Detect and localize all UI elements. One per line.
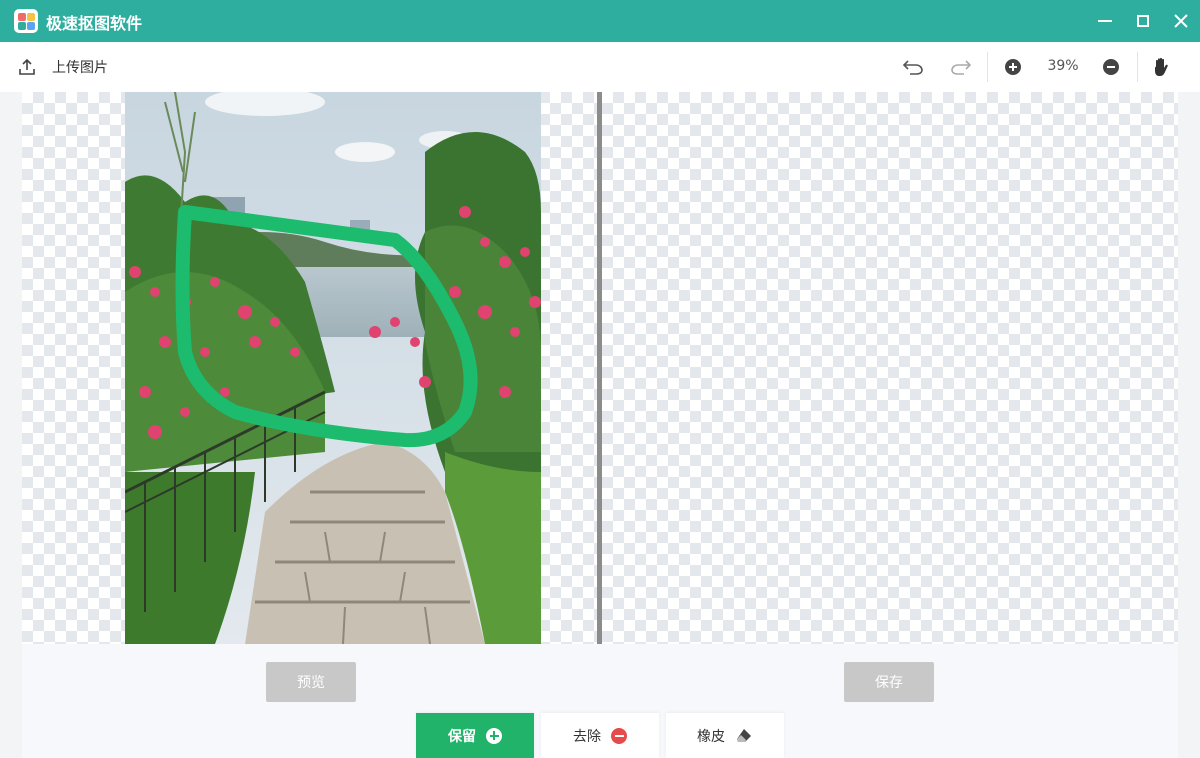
undo-button[interactable] <box>900 54 926 80</box>
preview-button[interactable]: 预览 <box>266 662 356 702</box>
upload-image-button[interactable]: 上传图片 <box>18 54 108 80</box>
maximize-icon <box>1137 15 1149 27</box>
redo-button[interactable] <box>948 54 974 80</box>
toolbar: 上传图片 39% <box>0 42 1200 92</box>
save-button[interactable]: 保存 <box>844 662 934 702</box>
remove-label: 去除 <box>573 728 601 745</box>
result-canvas <box>602 92 1178 644</box>
upload-icon <box>19 58 35 75</box>
eraser-mode-button[interactable]: 橡皮 <box>666 713 784 758</box>
source-canvas[interactable] <box>22 92 598 644</box>
toolbar-separator <box>1137 52 1138 82</box>
minimize-button[interactable] <box>1090 6 1120 36</box>
hand-icon <box>1155 57 1168 76</box>
close-icon <box>1174 14 1188 28</box>
redo-icon <box>951 60 972 75</box>
zoom-out-button[interactable] <box>1098 54 1124 80</box>
close-button[interactable] <box>1166 6 1196 36</box>
zoom-out-icon <box>1103 59 1119 75</box>
keep-label: 保留 <box>448 728 476 745</box>
zoom-in-icon <box>1005 59 1021 75</box>
toolbar-separator <box>987 52 988 82</box>
upload-image-label: 上传图片 <box>52 60 108 76</box>
zoom-level: 39% <box>1047 58 1079 74</box>
app-logo-icon <box>14 9 38 33</box>
app-title: 极速抠图软件 <box>46 14 143 33</box>
undo-icon <box>902 60 923 75</box>
pan-hand-button[interactable] <box>1148 54 1174 80</box>
plus-circle-icon <box>486 727 502 744</box>
title-bar: 极速抠图软件 <box>0 0 1200 42</box>
source-photo[interactable] <box>125 92 541 644</box>
eraser-icon <box>737 728 751 742</box>
zoom-in-button[interactable] <box>1000 54 1026 80</box>
workspace: 预览 保存 保留 去除 橡皮 <box>0 92 1200 758</box>
eraser-label: 橡皮 <box>697 728 725 745</box>
maximize-button[interactable] <box>1128 6 1158 36</box>
minus-circle-icon <box>611 727 627 744</box>
remove-mode-button[interactable]: 去除 <box>541 713 659 758</box>
keep-mode-button[interactable]: 保留 <box>416 713 534 758</box>
minimize-icon <box>1098 20 1112 22</box>
